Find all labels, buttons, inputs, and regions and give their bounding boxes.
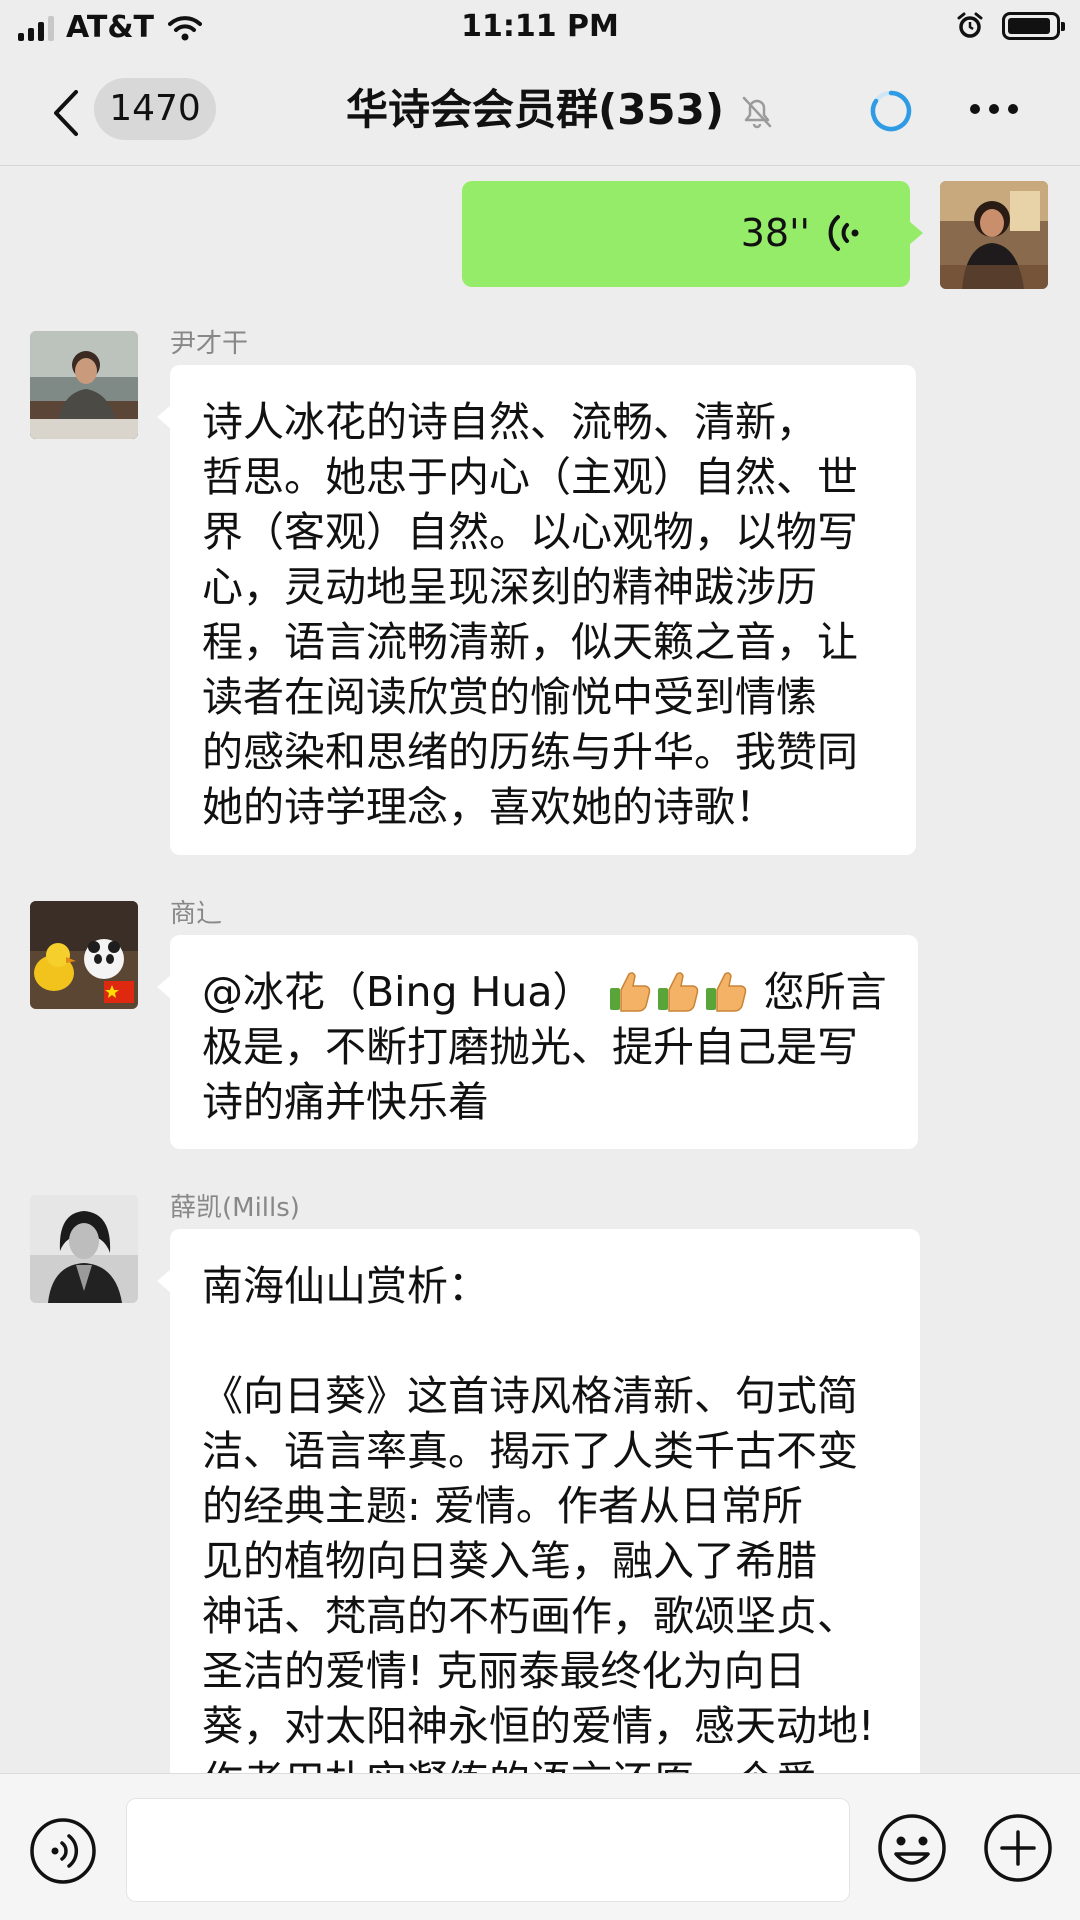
mute-icon [742, 96, 772, 129]
chat-screen: AT&T 11:11 PM 1470 华诗会会员群(353) 38'' 尹才干 … [0, 0, 1080, 1920]
message-line: 的感染和思绪的历练与升华。我赞同 [202, 728, 858, 776]
message-line: 心，灵动地呈现深刻的精神跋涉历 [202, 563, 817, 611]
battery-level [1008, 18, 1051, 34]
message-line: 的经典主题: 爱情。作者从日常所 [202, 1482, 803, 1530]
message-line: 圣洁的爱情! 克丽泰最终化为向日 [202, 1647, 806, 1695]
message-line: 诗人冰花的诗自然、流畅、清新， [202, 398, 817, 446]
text-message-bubble[interactable]: 南海仙山赏析： 《向日葵》这首诗风格清新、句式简 洁、语言率真。揭示了人类千古不变的… [157, 1229, 920, 1773]
message-list[interactable]: 38'' 尹才干 诗人冰花的诗自然、流畅、清新， 哲思。她忠于内心（主观）自然、… [0, 167, 1080, 1773]
sender-avatar[interactable] [30, 1195, 138, 1303]
thumbs-up-icon [657, 972, 698, 1012]
thumbs-up-icon [705, 972, 746, 1012]
message-line: 洁、语言率真。揭示了人类千古不变 [202, 1427, 858, 1475]
message-line [202, 1314, 890, 1369]
message-line: 界（客观）自然。以心观物，以物写 [202, 508, 858, 556]
message-line: 她的诗学理念，喜欢她的诗歌！ [202, 783, 776, 831]
message-line: 程，语言流畅清新，似天籁之音，让 [202, 618, 858, 666]
text-message-bubble[interactable]: 诗人冰花的诗自然、流畅、清新， 哲思。她忠于内心（主观）自然、世 界（客观）自然。以… [157, 365, 916, 855]
thumbs-up-emoji-group [607, 968, 751, 1016]
sender-avatar[interactable] [30, 901, 138, 1009]
loading-icon [870, 90, 912, 132]
voice-toggle-icon[interactable] [28, 1816, 98, 1886]
message-line: 南海仙山赏析： [202, 1262, 489, 1310]
back-arrow-icon[interactable] [48, 88, 88, 138]
sender-name: 商辶 [170, 899, 223, 929]
message-line: 哲思。她忠于内心（主观）自然、世 [202, 453, 858, 501]
status-right [956, 12, 1065, 40]
message-line: 作者用朴实凝练的语言还原一个爱 [202, 1754, 890, 1773]
input-bar [0, 1773, 1080, 1920]
plus-icon[interactable] [982, 1812, 1054, 1884]
emoji-icon[interactable] [876, 1812, 948, 1884]
unread-count-badge[interactable]: 1470 [94, 78, 216, 140]
message-line: @冰花（Bing Hua） 您所言 [202, 965, 888, 1020]
message-line: 极是，不断打磨抛光、提升自己是写 [202, 1023, 858, 1071]
self-avatar[interactable] [940, 181, 1048, 289]
status-time: 11:11 PM [461, 9, 619, 44]
message-line: 神话、梵高的不朽画作，歌颂坚贞、 [202, 1592, 858, 1640]
message-input[interactable] [126, 1798, 850, 1902]
sender-avatar[interactable] [30, 331, 138, 439]
sender-name: 尹才干 [170, 329, 249, 359]
more-icon[interactable] [970, 104, 1018, 114]
alarm-icon [957, 12, 983, 38]
message-line: 葵，对太阳神永恒的爱情，感天动地! [202, 1702, 875, 1750]
message-line: 《向日葵》这首诗风格清新、句式简 [202, 1372, 858, 1420]
chat-title[interactable]: 华诗会会员群(353) [346, 80, 724, 140]
thumbs-up-icon [609, 972, 650, 1012]
voice-duration: 38'' [740, 211, 810, 255]
voice-wave-icon [828, 215, 859, 251]
battery-icon [1002, 12, 1065, 40]
voice-message-bubble[interactable]: 38'' [462, 181, 923, 287]
text-message-bubble[interactable]: @冰花（Bing Hua） 您所言 极是，不断打磨抛光、提升自己是写 诗的痛并快乐… [157, 935, 918, 1149]
message-line: 读者在阅读欣赏的愉悦中受到情愫 [202, 673, 817, 721]
sender-name: 薛凯(Mills) [170, 1193, 300, 1223]
message-line: 诗的痛并快乐着 [202, 1078, 489, 1126]
mention-text: @冰花（Bing Hua） [202, 968, 594, 1016]
chat-header: 1470 华诗会会员群(353) [0, 56, 1080, 166]
message-line: 见的植物向日葵入笔，融入了希腊 [202, 1537, 817, 1585]
message-text: 您所言 [763, 968, 887, 1016]
status-bar: AT&T 11:11 PM [0, 0, 1080, 56]
